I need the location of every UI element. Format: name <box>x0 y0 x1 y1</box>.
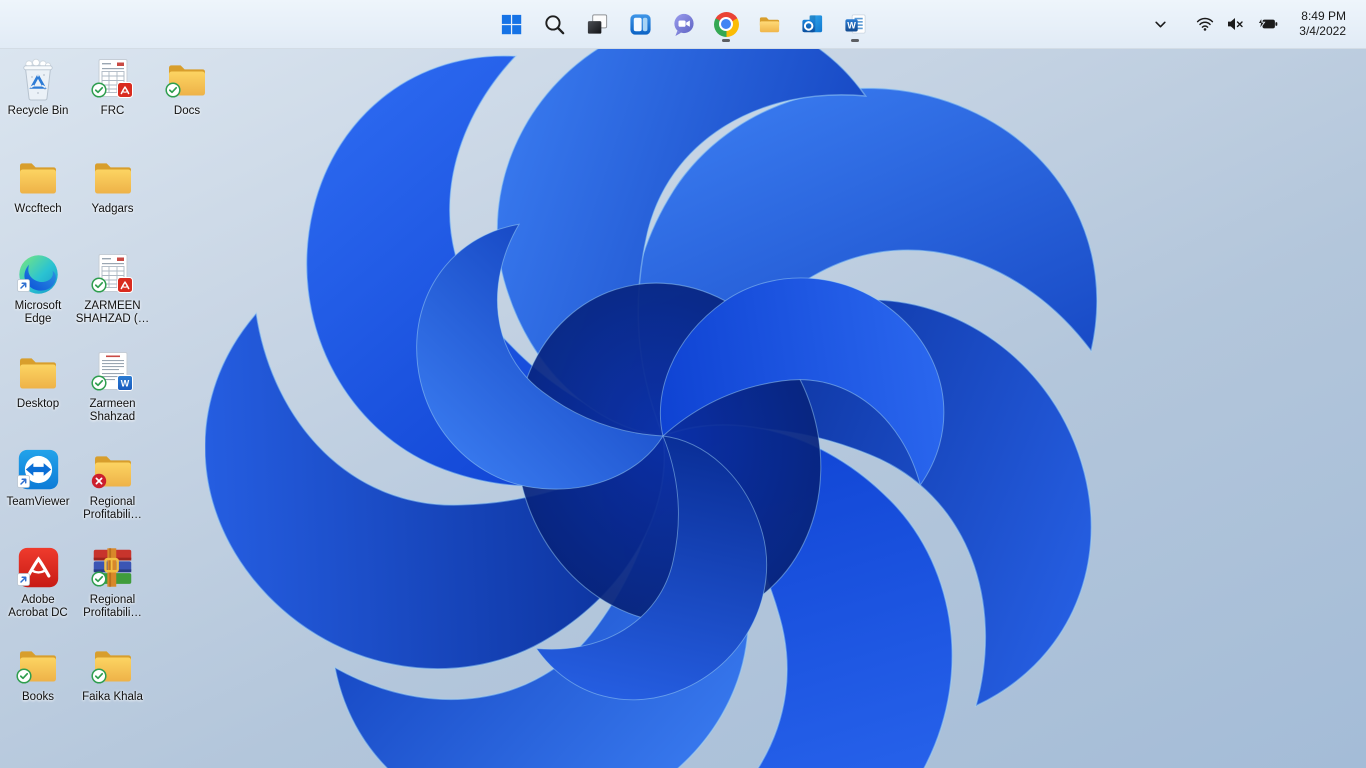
desktop-icon-label: Yadgars <box>92 203 134 216</box>
taskbar-clock[interactable]: 8:49 PM 3/4/2022 <box>1291 4 1354 44</box>
shortcut-arrow-icon <box>17 475 30 493</box>
pdf-doc-icon <box>89 250 137 298</box>
chrome-logo <box>714 12 739 37</box>
folder-icon <box>14 153 62 201</box>
desktop-icon-label: AdobeAcrobat DC <box>8 594 67 620</box>
sync-ok-badge-icon <box>91 375 107 396</box>
taskbar-button-search[interactable] <box>534 4 574 44</box>
desktop-icon-recycle-bin[interactable]: Recycle Bin <box>1 48 75 144</box>
search-icon <box>542 12 567 37</box>
desktop-icon-label: MicrosoftEdge <box>15 300 62 326</box>
taskbar-button-chrome[interactable] <box>706 4 746 44</box>
volume-muted-icon <box>1227 17 1244 31</box>
edge-icon <box>14 250 62 298</box>
desktop-icon-label: Recycle Bin <box>8 105 69 118</box>
taskbar: W <box>0 0 1366 49</box>
desktop-icon-microsoft-edge[interactable]: MicrosoftEdge <box>1 243 75 339</box>
taskbar-center-icons: W <box>491 0 875 48</box>
desktop-icon-frc[interactable]: FRC <box>76 48 150 144</box>
sync-ok-badge-icon <box>91 82 107 103</box>
desktop-icon-label: Faika Khala <box>82 691 143 704</box>
desktop-icon-area: Recycle Bin FRC Docs Wccftech Yadgars Microso… <box>0 0 1366 768</box>
clock-time: 8:49 PM <box>1301 9 1346 24</box>
desktop-icon-docs[interactable]: Docs <box>150 48 224 144</box>
file-explorer-icon <box>757 12 782 37</box>
taskbar-button-outlook[interactable] <box>792 4 832 44</box>
taskbar-button-chat[interactable] <box>663 4 703 44</box>
system-tray: 8:49 PM 3/4/2022 <box>1145 0 1366 48</box>
shortcut-arrow-icon <box>17 279 30 297</box>
desktop-icon-label: Wccftech <box>14 203 61 216</box>
shortcut-arrow-icon <box>17 573 30 591</box>
desktop-icon-teamviewer[interactable]: TeamViewer <box>1 439 75 535</box>
acrobat-icon <box>14 544 62 592</box>
svg-text:W: W <box>120 379 129 389</box>
sync-ok-badge-icon <box>165 82 181 103</box>
chevron-down-icon <box>1154 18 1167 31</box>
folder-icon <box>14 641 62 689</box>
pdf-badge-icon <box>117 277 133 298</box>
folder-icon <box>89 641 137 689</box>
task-view-icon <box>585 12 610 37</box>
taskbar-button-word[interactable]: W <box>835 4 875 44</box>
outlook-icon <box>800 12 825 37</box>
desktop-icon-label: ZARMEENSHAHZAD (… <box>76 300 149 326</box>
desktop-icon-label: FRC <box>101 105 125 118</box>
desktop-icon-yadgars[interactable]: Yadgars <box>76 146 150 242</box>
sync-ok-badge-icon <box>91 277 107 298</box>
folder-icon <box>89 446 137 494</box>
desktop-icon-regional-profitability-folder[interactable]: RegionalProfitabili… <box>76 439 150 535</box>
battery-charging-icon <box>1257 17 1278 31</box>
windows-desktop: Recycle Bin FRC Docs Wccftech Yadgars Microso… <box>0 0 1366 768</box>
start-icon <box>499 12 524 37</box>
desktop-icon-zarmeen-shahzad-doc[interactable]: W ZarmeenShahzad <box>76 341 150 437</box>
desktop-icon-label: Desktop <box>17 398 59 411</box>
desktop-icon-wccftech[interactable]: Wccftech <box>1 146 75 242</box>
sync-error-badge-icon <box>91 473 107 494</box>
word-icon: W <box>843 12 868 37</box>
clock-date: 3/4/2022 <box>1299 24 1346 39</box>
sync-ok-badge-icon <box>16 668 32 689</box>
taskbar-button-file-explorer[interactable] <box>749 4 789 44</box>
pdf-doc-icon <box>89 55 137 103</box>
tray-chevron-button[interactable] <box>1145 6 1175 42</box>
tray-status-button[interactable] <box>1187 6 1287 42</box>
desktop-icon-adobe-acrobat-dc[interactable]: AdobeAcrobat DC <box>1 537 75 633</box>
sync-ok-badge-icon <box>91 571 107 592</box>
folder-icon <box>89 153 137 201</box>
taskbar-button-start[interactable] <box>491 4 531 44</box>
folder-icon <box>163 55 211 103</box>
desktop-icon-label: ZarmeenShahzad <box>89 398 135 424</box>
desktop-icon-regional-profitability-rar[interactable]: RegionalProfitabili… <box>76 537 150 633</box>
teamviewer-icon <box>14 446 62 494</box>
chat-icon <box>671 12 696 37</box>
word-badge-icon: W <box>117 375 133 396</box>
desktop-icon-zarmeen-shahzad-pdf[interactable]: ZARMEENSHAHZAD (… <box>76 243 150 339</box>
recycle-bin-icon <box>14 55 62 103</box>
sync-ok-badge-icon <box>91 668 107 689</box>
desktop-icon-label: RegionalProfitabili… <box>83 594 142 620</box>
desktop-icon-faika-khala[interactable]: Faika Khala <box>76 634 150 730</box>
desktop-icon-label: TeamViewer <box>6 496 69 509</box>
word-doc-icon: W <box>89 348 137 396</box>
wifi-icon <box>1196 17 1214 31</box>
desktop-icon-desktop-folder[interactable]: Desktop <box>1 341 75 437</box>
desktop-icon-label: Docs <box>174 105 200 118</box>
widgets-icon <box>628 12 653 37</box>
taskbar-button-task-view[interactable] <box>577 4 617 44</box>
desktop-icon-label: Books <box>22 691 54 704</box>
taskbar-button-widgets[interactable] <box>620 4 660 44</box>
folder-icon <box>14 348 62 396</box>
desktop-icon-label: RegionalProfitabili… <box>83 496 142 522</box>
running-indicator <box>722 39 730 42</box>
pdf-badge-icon <box>117 82 133 103</box>
svg-text:W: W <box>847 20 856 30</box>
running-indicator <box>851 39 859 42</box>
desktop-icon-books[interactable]: Books <box>1 634 75 730</box>
winrar-icon <box>89 544 137 592</box>
